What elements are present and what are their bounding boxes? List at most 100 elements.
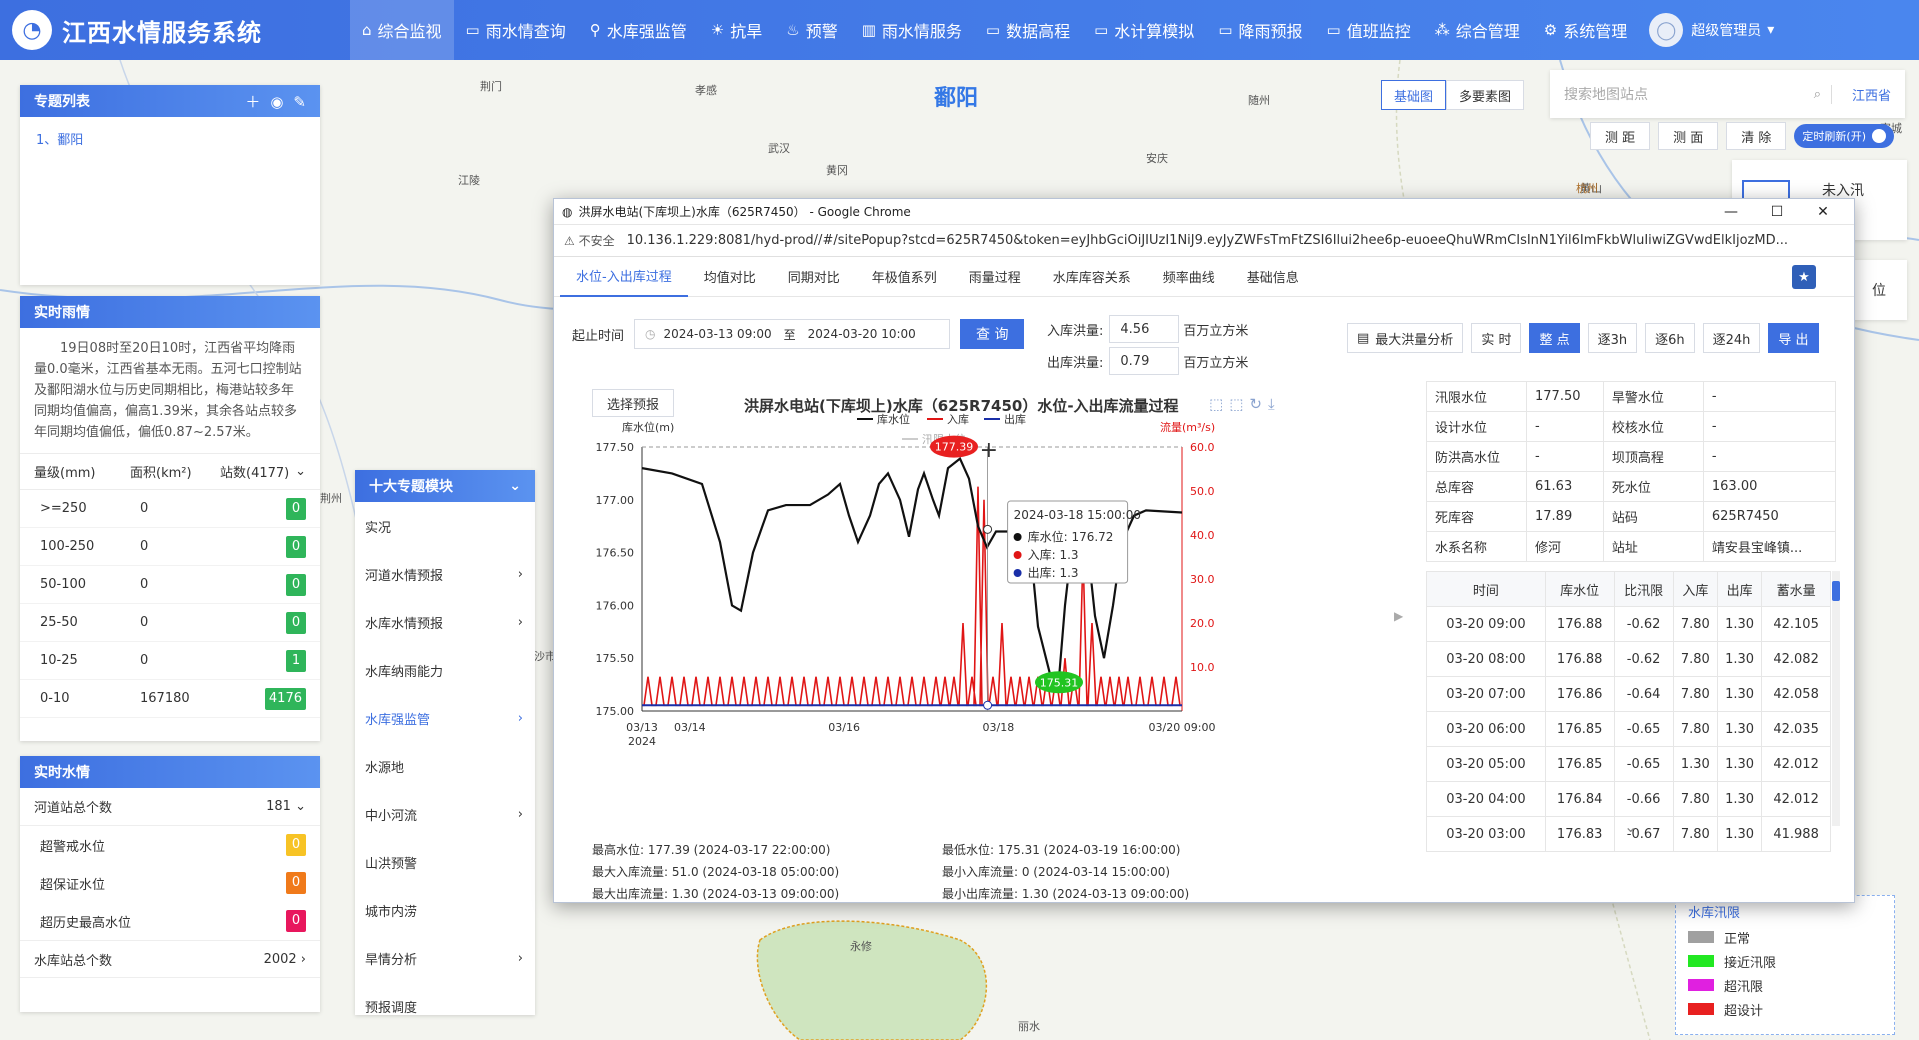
interval-button[interactable]: 逐24h [1702,323,1761,353]
count-badge[interactable]: 0 [286,910,306,932]
module-item[interactable]: 山洪预警 [355,838,535,886]
list-item[interactable]: 超历史最高水位 0 [20,902,320,940]
count-badge[interactable]: 0 [286,497,306,520]
popup-tab[interactable]: 同期对比 [772,257,856,297]
nav-item-overview[interactable]: ⌂ 综合监视 [350,0,454,60]
module-item[interactable]: 实况 [355,502,535,550]
measure-area-button[interactable]: 测 面 [1658,122,1719,150]
edit-icon[interactable]: ✎ [293,93,306,111]
nav-item-drought[interactable]: ☀ 抗旱 [699,0,774,60]
nav-item-elevation[interactable]: ▭ 数据高程 [974,0,1082,60]
popup-tab[interactable]: 基础信息 [1231,257,1315,297]
count-badge[interactable]: 0 [286,573,306,596]
popup-tab[interactable]: 年极值系列 [856,257,953,297]
table-row[interactable]: 50-100 0 0 [20,566,320,604]
table-row[interactable]: 03-20 06:00 176.85 -0.65 7.80 1.30 42.035 [1426,711,1831,747]
nav-item-duty[interactable]: ▭ 值班监控 [1315,0,1423,60]
table-row[interactable]: 03-20 08:00 176.88 -0.62 7.80 1.30 42.082 [1426,641,1831,677]
module-item[interactable]: 水源地 [355,742,535,790]
table-row[interactable]: 0-10 167180 4176 [20,680,320,718]
date-range-input[interactable]: ◷ 2024-03-13 09:00 至 2024-03-20 10:00 [634,319,951,349]
nav-item-reservoir[interactable]: ⚲ 水库强监管 [578,0,699,60]
minimize-icon[interactable]: — [1708,204,1754,220]
nav-item-system[interactable]: ⚙ 系统管理 [1532,0,1639,60]
interval-button[interactable]: 导 出 [1768,323,1819,353]
outflow-volume-field[interactable]: 0.79 [1109,347,1180,375]
inflow-volume-field[interactable]: 4.56 [1109,315,1180,343]
table-scrollbar[interactable] [1832,571,1840,826]
basemap-button[interactable]: 基础图 [1381,80,1447,110]
address-bar[interactable]: ⚠ 不安全 10.136.1.229:8081/hyd-prod//#/site… [554,225,1854,257]
eye-icon[interactable]: ◉ [270,93,283,111]
table-row[interactable]: 25-50 0 0 [20,604,320,642]
measure-distance-button[interactable]: 测 距 [1590,122,1651,150]
maximize-icon[interactable]: ☐ [1754,204,1800,220]
nav-item-rain-query[interactable]: ▭ 雨水情查询 [454,0,578,60]
star-icon[interactable]: ★ [1792,265,1816,289]
count-badge[interactable]: 0 [286,834,306,856]
table-row[interactable]: 100-250 0 0 [20,528,320,566]
table-row[interactable]: 03-20 04:00 176.84 -0.66 7.80 1.30 42.012 [1426,781,1831,817]
module-item[interactable]: 河道水情预报 › [355,550,535,598]
search-icon[interactable]: ⌕ [1814,87,1821,102]
popup-tab[interactable]: 水库库容关系 [1037,257,1147,297]
chart[interactable]: 177.50 177.00 176.50 176.00 175.50 175.00 60.0… [572,381,1262,791]
close-icon[interactable]: ✕ [1800,204,1846,220]
column-header[interactable]: 库水位 [1544,571,1615,607]
multi-element-button[interactable]: 多要素图 [1446,80,1525,110]
count-badge[interactable]: 4176 [264,687,306,710]
count-badge[interactable]: 0 [286,611,306,634]
interval-button[interactable]: 逐3h [1587,323,1638,353]
list-item[interactable]: 超警戒水位 0 [20,826,320,864]
clear-button[interactable]: 清 除 [1726,122,1787,150]
chevron-down-icon[interactable]: ⌄ [1624,817,1637,836]
interval-button[interactable]: 逐6h [1645,323,1695,353]
module-item[interactable]: 预报调度 [355,982,535,1030]
table-row[interactable]: 03-20 05:00 176.85 -0.65 1.30 1.30 42.012 [1426,746,1831,782]
module-item[interactable]: 水库水情预报 › [355,598,535,646]
user-menu[interactable]: ◯ 超级管理员 ▾ [1649,13,1774,47]
count-badge[interactable]: 0 [286,872,306,894]
chevron-down-icon[interactable]: ⌄ [509,478,521,494]
interval-button[interactable]: ▤ 最大洪量分析 [1347,323,1464,353]
module-item[interactable]: 水库强监管 › [355,694,535,742]
collapse-arrow-icon[interactable]: ▶ [1394,609,1403,623]
module-item[interactable]: 中小河流 › [355,790,535,838]
popup-tab[interactable]: 雨量过程 [953,257,1037,297]
reservoir-station-row[interactable]: 水库站总个数 2002 › [20,940,320,978]
column-header[interactable]: 出库 [1716,571,1763,607]
list-item[interactable]: 超保证水位 0 [20,864,320,902]
nav-item-rain-forecast[interactable]: ▭ 降雨预报 [1206,0,1314,60]
popup-tab[interactable]: 频率曲线 [1147,257,1231,297]
module-item[interactable]: 旱情分析 › [355,934,535,982]
add-icon[interactable]: ＋ [245,93,260,111]
count-badge[interactable]: 0 [286,535,306,558]
table-row[interactable]: 03-20 07:00 176.86 -0.64 7.80 1.30 42.058 [1426,676,1831,712]
module-item[interactable]: 水库纳雨能力 [355,646,535,694]
search-input[interactable]: 搜索地图站点 [1564,84,1814,104]
topic-item[interactable]: 1、鄱阳 [20,117,320,160]
interval-button[interactable]: 整 点 [1529,323,1580,353]
download-icon[interactable]: ⤓ [1268,395,1281,413]
popup-tab[interactable]: 均值对比 [688,257,772,297]
nav-item-warning[interactable]: ♨ 预警 [774,0,849,60]
chevron-down-icon[interactable]: ⌄ [295,464,306,479]
count-badge[interactable]: 1 [286,649,306,672]
table-row[interactable]: 10-25 0 1 [20,642,320,680]
river-station-row[interactable]: 河道站总个数 181 ⌄ [20,788,320,826]
popup-tab[interactable]: 水位-入出库过程 [560,257,688,297]
province-select[interactable]: 江西省 [1830,84,1891,104]
table-row[interactable]: >=250 0 0 [20,490,320,528]
interval-button[interactable]: 实 时 [1471,323,1522,353]
query-button[interactable]: 查 询 [960,319,1025,349]
module-item[interactable]: 城市内涝 [355,886,535,934]
column-header[interactable]: 入库 [1672,571,1718,607]
nav-item-rain-service[interactable]: ▥ 雨水情服务 [850,0,974,60]
scrollbar-thumb[interactable] [1832,581,1840,601]
column-header[interactable]: 时间 [1426,571,1546,607]
table-row[interactable]: 03-20 09:00 176.88 -0.62 7.80 1.30 42.105 [1426,606,1831,642]
column-header[interactable]: 蓄水量 [1761,571,1831,607]
column-header[interactable]: 比汛限 [1613,571,1674,607]
nav-item-management[interactable]: ⁂ 综合管理 [1423,0,1532,60]
refresh-toggle[interactable]: 定时刷新(开) [1794,124,1895,148]
